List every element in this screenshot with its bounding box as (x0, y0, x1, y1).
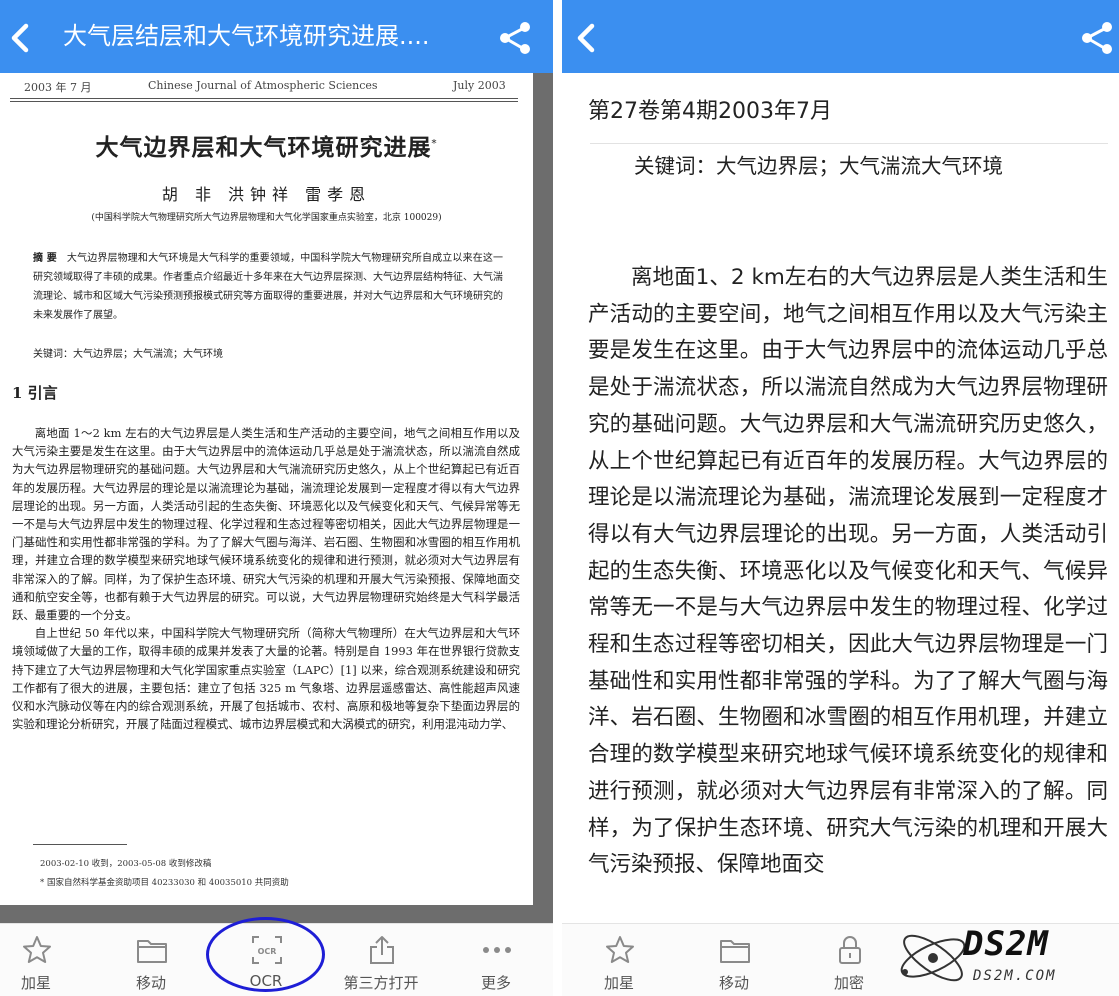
more-button[interactable]: 更多 (451, 924, 541, 996)
footnote-funding: * 国家自然科学基金资助项目 40233030 和 40035010 共同资助 (40, 878, 289, 888)
header-rule (10, 101, 518, 102)
share-icon (1082, 22, 1112, 54)
folder-icon (720, 940, 750, 963)
ocr-result-text[interactable]: 第27卷第4期2003年7月 关键词：大气边界层；大气湍流大气环境 离地面1、2… (562, 73, 1119, 923)
more-label: 更多 (480, 974, 511, 992)
back-button[interactable] (562, 8, 614, 64)
scanned-page: 2003 年 7 月 Chinese Journal of Atmospheri… (0, 73, 533, 905)
article-title-text: 大气边界层和大气环境研究进展 (95, 134, 432, 161)
move-label: 移动 (718, 974, 749, 992)
abstract-text: 大气边界层物理和大气环境是大气科学的重要领域，中国科学院大气物理研究所自成立以来… (33, 253, 504, 321)
move-button[interactable]: 移动 (106, 924, 196, 996)
panel-divider (553, 0, 562, 996)
issue-line: 第27卷第4期2003年7月 (588, 99, 832, 124)
more-icon (483, 947, 511, 953)
lock-icon (839, 936, 861, 964)
share-button[interactable] (492, 12, 542, 62)
footnote-rule (33, 844, 127, 845)
watermark-text: DS2M (963, 924, 1049, 964)
article-abstract: 摘 要大气边界层物理和大气环境是大气科学的重要领域，中国科学院大气物理研究所自成… (33, 249, 503, 325)
body-paragraph: 自上世纪 50 年代以来，中国科学院大气物理研究所（简称大气物理所）在大气边界层… (12, 626, 520, 732)
move-label: 移动 (135, 974, 166, 992)
running-header-date-en: July 2003 (453, 79, 506, 92)
move-button[interactable]: 移动 (689, 924, 779, 996)
folder-icon (137, 940, 167, 963)
article-keywords: 关键词：大气边界层；大气湍流；大气环境 (33, 349, 223, 360)
top-bar: 大气层结层和大气环境研究进展.... (0, 0, 553, 73)
ds2m-watermark: DS2M DS2M.COM (893, 918, 1119, 996)
star-button[interactable]: 加星 (0, 924, 81, 996)
running-header-date: 2003 年 7 月 (24, 81, 92, 94)
text-rule (590, 143, 1108, 144)
document-title: 大气层结层和大气环境研究进展.... (63, 22, 430, 50)
article-body: 离地面 1～2 km 左右的大气边界层是人类生活和生产活动的主要空间，地气之间相… (12, 424, 520, 733)
title-footnote-mark: * (431, 138, 438, 150)
top-bar (562, 0, 1119, 73)
footnote-received: 2003-02-10 收到，2003-05-08 收到修改稿 (40, 859, 212, 869)
abstract-label: 摘 要 (33, 253, 57, 264)
section-heading: 1 引言 (12, 384, 58, 402)
article-affiliation: (中国科学院大气物理研究所大气边界层物理和大气化学国家重点实验室，北京 1000… (91, 213, 442, 223)
back-button[interactable] (4, 8, 56, 64)
chevron-left-icon (11, 23, 29, 53)
open-external-button[interactable]: 第三方打开 (336, 924, 426, 996)
header-rule (10, 98, 518, 99)
running-header-journal: Chinese Journal of Atmospheric Sciences (148, 79, 378, 92)
page-viewer[interactable]: 2003 年 7 月 Chinese Journal of Atmospheri… (0, 73, 553, 923)
watermark-subtext: DS2M.COM (973, 968, 1057, 984)
keywords-line: 关键词：大气边界层；大气湍流大气环境 (634, 154, 1003, 178)
article-authors: 胡 非 洪钟祥 雷孝恩 (161, 185, 372, 204)
encrypt-label: 加密 (833, 974, 864, 992)
star-label: 加星 (20, 974, 51, 992)
star-label: 加星 (603, 974, 634, 992)
scan-view-panel: 大气层结层和大气环境研究进展.... 2003 年 7 月 Chinese Jo… (0, 0, 553, 996)
ocr-paragraph: 离地面1、2 km左右的大气边界层是人类生活和生产活动的主要空间，地气之间相互作… (588, 265, 1108, 878)
ocr-text-panel: 第27卷第4期2003年7月 关键词：大气边界层；大气湍流大气环境 离地面1、2… (562, 0, 1119, 996)
article-title: 大气边界层和大气环境研究进展* (0, 128, 533, 162)
ocr-highlight-ring (206, 917, 325, 992)
share-icon (500, 22, 530, 54)
encrypt-button[interactable]: 加密 (804, 924, 894, 996)
star-button[interactable]: 加星 (574, 924, 664, 996)
open-external-label: 第三方打开 (343, 974, 419, 992)
star-icon (23, 936, 51, 963)
chevron-left-icon (577, 23, 595, 53)
body-paragraph: 离地面 1～2 km 左右的大气边界层是人类生活和生产活动的主要空间，地气之间相… (12, 426, 520, 623)
share-button[interactable] (1074, 12, 1119, 62)
atom-logo-icon (900, 934, 966, 982)
open-external-icon (370, 936, 394, 964)
star-icon (606, 936, 634, 963)
